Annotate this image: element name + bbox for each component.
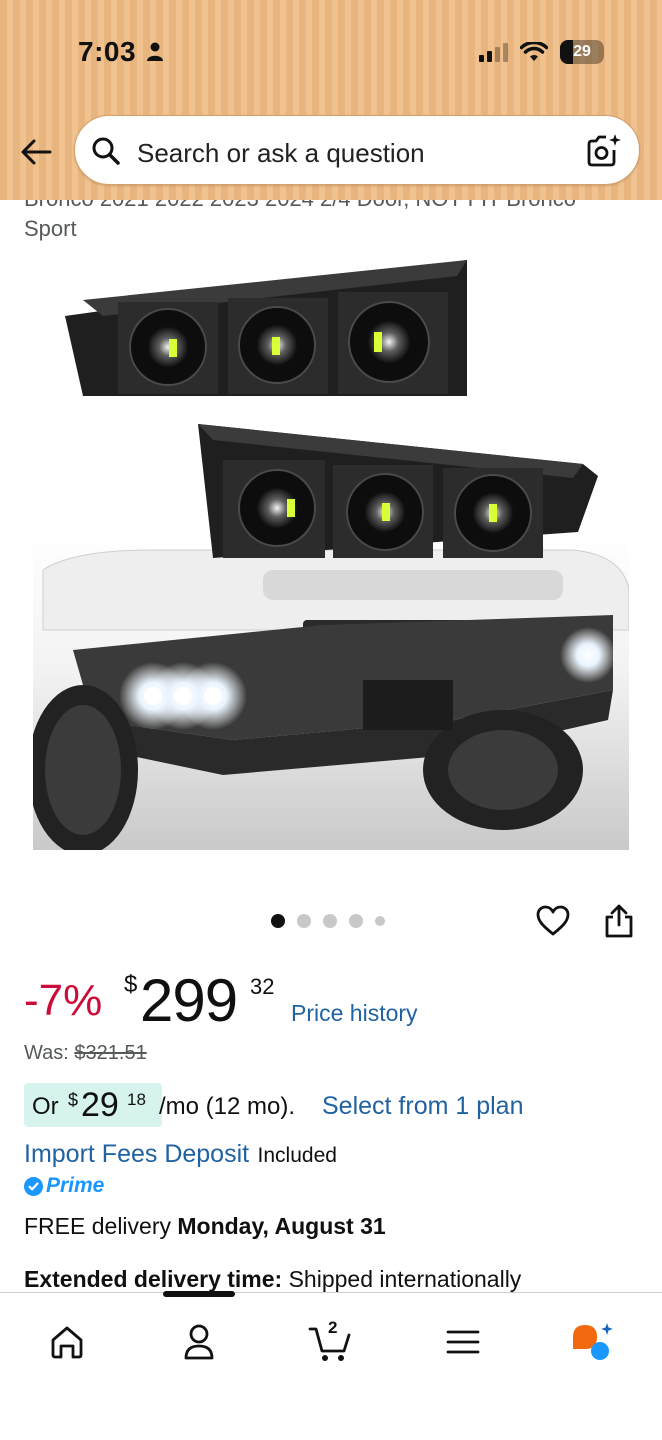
active-tab-indicator <box>163 1291 235 1297</box>
extended-delivery: Extended delivery time: Shipped internat… <box>24 1266 644 1293</box>
back-arrow-icon[interactable] <box>18 134 54 170</box>
carousel-dot[interactable] <box>375 916 385 926</box>
installment-or: Or <box>32 1093 59 1120</box>
battery-icon: 29 <box>560 40 604 64</box>
installment-whole: 29 <box>81 1086 119 1124</box>
price-history-link[interactable]: Price history <box>291 1000 418 1027</box>
extended-label: Extended delivery time: <box>24 1266 283 1292</box>
delivery-info: FREE delivery Monday, August 31 <box>24 1213 386 1240</box>
nav-home[interactable] <box>42 1317 92 1367</box>
cart-count-badge: 2 <box>328 1318 338 1337</box>
was-price: Was: $321.51 <box>24 1042 147 1065</box>
wifi-icon <box>520 42 548 61</box>
import-fees: Import Fees Deposit Included <box>24 1140 337 1169</box>
carousel-dot[interactable] <box>271 914 285 928</box>
image-carousel-dots[interactable] <box>271 914 385 928</box>
delivery-date: Monday, August 31 <box>177 1213 386 1239</box>
select-plan-link[interactable]: Select from 1 plan <box>322 1092 524 1121</box>
prime-label: Prime <box>46 1174 105 1197</box>
prime-check-icon <box>24 1176 43 1196</box>
price-whole: 299 <box>140 967 238 1034</box>
search-input[interactable]: Search or ask a question <box>74 115 640 185</box>
status-time: 7:03 <box>78 36 137 67</box>
carousel-dot[interactable] <box>297 914 311 928</box>
battery-level: 29 <box>573 43 591 60</box>
bottom-nav: 2 <box>0 1291 662 1440</box>
discount-percent: -7% <box>24 976 103 1025</box>
extended-text: Shipped internationally <box>288 1266 522 1292</box>
search-icon <box>92 137 120 165</box>
installment-fraction: 18 <box>127 1090 146 1109</box>
hamburger-menu-icon <box>446 1330 480 1354</box>
app-header: 7:03 29 Search or ask a question <box>0 0 662 200</box>
rufus-chat-icon <box>573 1323 613 1360</box>
import-fees-status: Included <box>257 1144 337 1167</box>
product-title-line: Sport <box>24 216 77 241</box>
installment-term: /mo (12 mo). <box>159 1093 296 1120</box>
nav-menu[interactable] <box>438 1317 488 1367</box>
product-image[interactable] <box>33 250 629 850</box>
share-icon[interactable] <box>603 903 635 939</box>
status-indicators: 29 <box>479 40 604 64</box>
prime-badge: Prime <box>24 1174 104 1198</box>
home-icon <box>51 1326 83 1359</box>
price-fraction: 32 <box>250 974 275 999</box>
nav-cart[interactable]: 2 <box>306 1317 356 1367</box>
was-value: $321.51 <box>74 1042 147 1064</box>
person-icon <box>147 42 163 61</box>
price-currency: $ <box>124 971 138 998</box>
account-icon <box>184 1324 214 1360</box>
nav-account[interactable] <box>174 1317 224 1367</box>
cellular-signal-icon <box>479 42 508 62</box>
nav-rufus-assistant[interactable] <box>568 1317 618 1367</box>
installment-currency: $ <box>68 1090 79 1110</box>
delivery-prefix: FREE delivery <box>24 1213 171 1239</box>
search-placeholder: Search or ask a question <box>137 138 425 168</box>
heart-icon[interactable] <box>535 903 571 939</box>
carousel-dot[interactable] <box>349 914 363 928</box>
import-fees-link[interactable]: Import Fees Deposit <box>24 1140 249 1168</box>
was-label: Was: <box>24 1042 69 1064</box>
carousel-dot[interactable] <box>323 914 337 928</box>
camera-lens-icon[interactable] <box>585 132 623 170</box>
